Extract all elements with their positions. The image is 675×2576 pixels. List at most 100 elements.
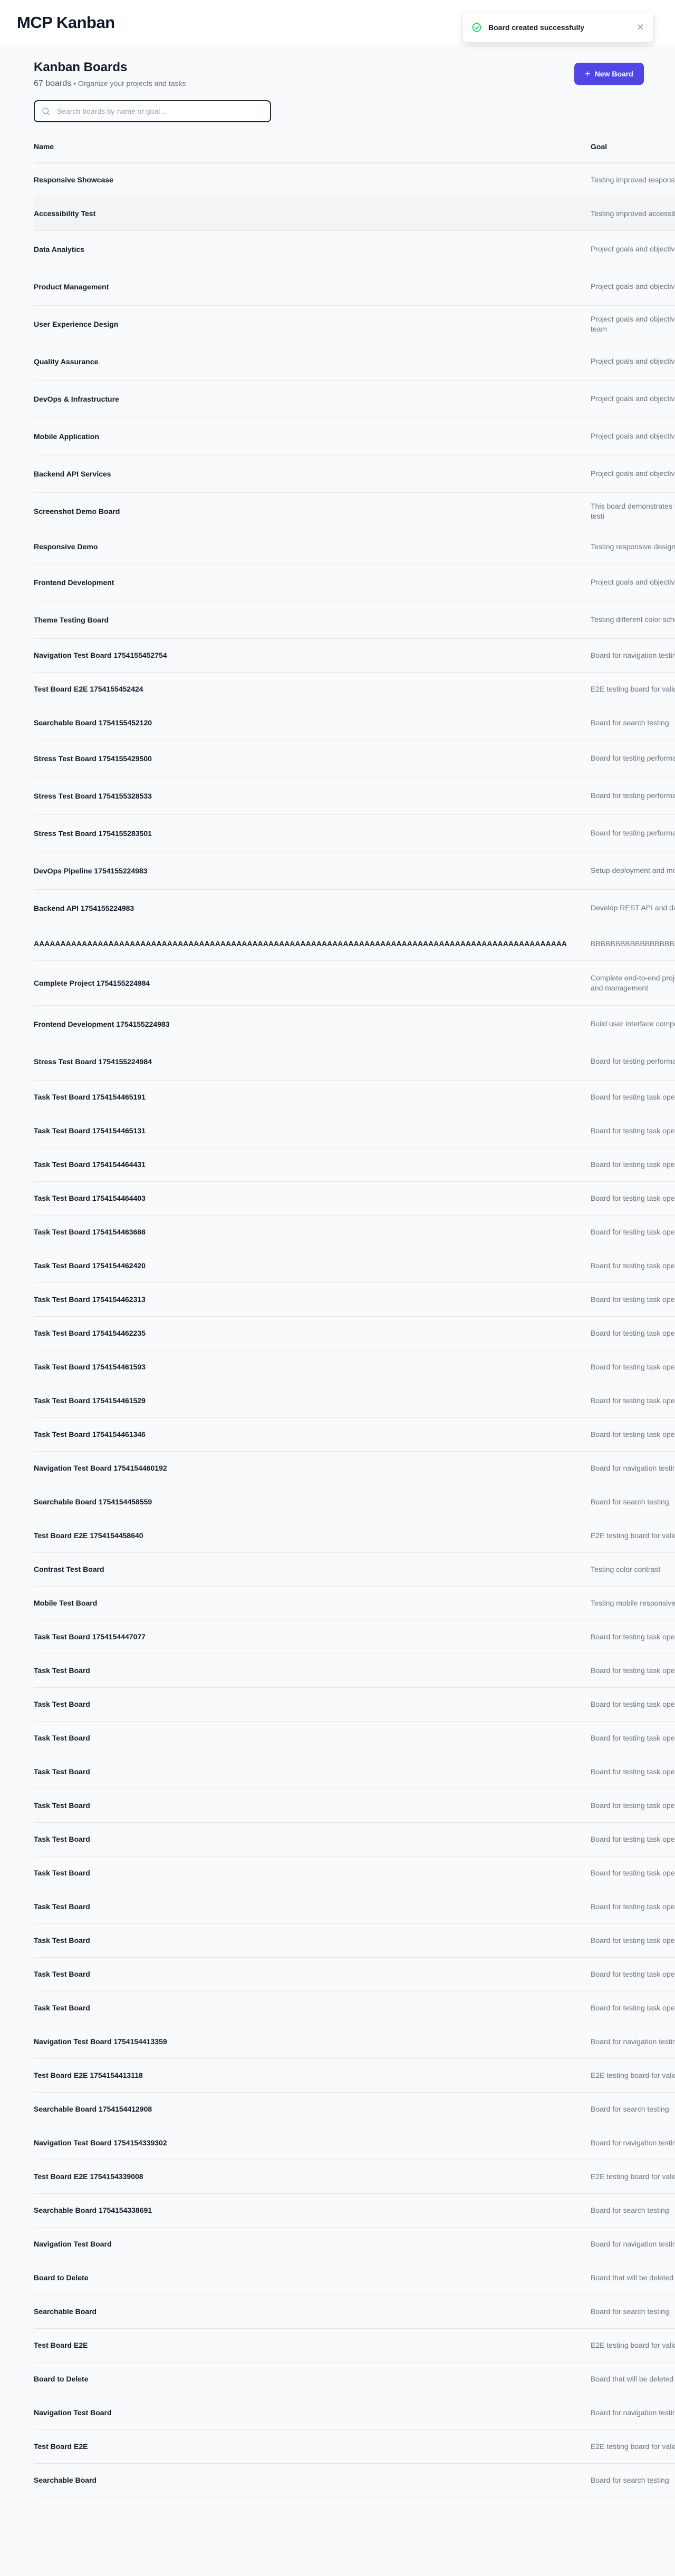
table-row[interactable]: Backend API Services Project goals and ob… [34, 455, 675, 492]
table-row[interactable]: Task Test Board Board for testing task op… [34, 1856, 675, 1890]
table-row[interactable]: Stress Test Board 1754155328533 Board for… [34, 777, 675, 814]
table-row[interactable]: Contrast Test Board Testing color contras… [34, 1552, 675, 1586]
table-row[interactable]: Test Board E2E E2E testing board for vali… [34, 2328, 675, 2362]
table-row[interactable]: Task Test Board Board for testing task op… [34, 1788, 675, 1822]
board-goal-text: Project goals and objectives Development… [591, 578, 675, 586]
table-row[interactable]: Responsive Demo Testing responsive design [34, 530, 675, 563]
table-row[interactable]: Searchable Board Board for search testing [34, 2295, 675, 2328]
table-row[interactable]: Product Management Project goals and obje… [34, 268, 675, 305]
table-row[interactable]: Test Board E2E 1754154339008 E2E testing … [34, 2160, 675, 2193]
table-row[interactable]: Task Test Board 1754154464403 Board for t… [34, 1181, 675, 1215]
board-goal-cell: Board for search testing [591, 1485, 675, 1519]
table-row[interactable]: Test Board E2E 1754154458640 E2E testing … [34, 1519, 675, 1552]
table-row[interactable]: Searchable Board 1754155452120 Board for … [34, 706, 675, 740]
board-goal-text: Board for testing task opera [591, 1969, 675, 1978]
board-name-cell: Task Test Board 1754154464403 [34, 1194, 146, 1202]
table-row[interactable]: Task Test Board 1754154463688 Board for t… [34, 1215, 675, 1249]
table-row[interactable]: Task Test Board Board for testing task op… [34, 1755, 675, 1788]
table-row[interactable]: Test Board E2E 1754155452424 E2E testing … [34, 672, 675, 706]
board-goal-text: Board for testing task opera [591, 2003, 675, 2012]
table-row[interactable]: Task Test Board 1754154447077 Board for t… [34, 1620, 675, 1654]
board-goal-cell: Board for navigation testing [591, 2126, 675, 2160]
table-row[interactable]: Navigation Test Board Board for navigatio… [34, 2227, 675, 2261]
board-goal-text: Setup deployment and mon infrastructure [591, 866, 675, 874]
table-row[interactable]: Theme Testing Board Testing different col… [34, 601, 675, 638]
table-row[interactable]: Board to Delete Board that will be delete… [34, 2362, 675, 2396]
board-goal-cell: Testing mobile responsiven [591, 1586, 675, 1620]
board-goal-text: Board for testing task opera [591, 1160, 675, 1169]
table-row[interactable]: Searchable Board 1754154412908 Board for … [34, 2092, 675, 2126]
table-row[interactable]: Task Test Board Board for testing task op… [34, 1654, 675, 1687]
table-row[interactable]: Quality Assurance Project goals and objec… [34, 343, 675, 380]
table-row[interactable]: Board to Delete Board that will be delete… [34, 2261, 675, 2295]
table-row[interactable]: Complete Project 1754155224984 Complete e… [34, 960, 675, 1005]
table-row[interactable]: Task Test Board 1754154464431 Board for t… [34, 1148, 675, 1181]
table-row[interactable]: Navigation Test Board Board for navigatio… [34, 2396, 675, 2429]
new-board-button[interactable]: + New Board [574, 63, 644, 85]
table-row[interactable]: Task Test Board 1754154461593 Board for t… [34, 1350, 675, 1384]
table-row[interactable]: Task Test Board Board for testing task op… [34, 1991, 675, 2025]
table-row[interactable]: Task Test Board Board for testing task op… [34, 1890, 675, 1923]
column-header-name[interactable]: Name [34, 130, 591, 163]
board-goal-cell: Board that will be deleted [591, 2362, 675, 2396]
close-icon[interactable]: ✕ [637, 22, 644, 33]
table-row[interactable]: Screenshot Demo Board This board demonstr… [34, 492, 675, 530]
subtitle-separator: • [73, 79, 76, 88]
table-row[interactable]: Stress Test Board 1754155224984 Board for… [34, 1043, 675, 1080]
table-row[interactable]: Navigation Test Board 1754154460192 Board… [34, 1451, 675, 1485]
table-row[interactable]: Searchable Board Board for search testing [34, 2463, 675, 2497]
table-row[interactable]: Task Test Board 1754154461529 Board for t… [34, 1384, 675, 1417]
table-row[interactable]: Test Board E2E 1754154413118 E2E testing … [34, 2058, 675, 2092]
table-row[interactable]: Searchable Board 1754154338691 Board for … [34, 2193, 675, 2227]
column-header-goal[interactable]: Goal [591, 130, 675, 163]
board-goal-text: Project goals and objectives Application… [591, 432, 675, 440]
table-row[interactable]: Task Test Board 1754154465191 Board for t… [34, 1080, 675, 1114]
board-name-cell: User Experience Design [34, 319, 119, 328]
table-row[interactable]: Accessibility Test Testing improved acces… [34, 197, 675, 230]
table-row[interactable]: Data Analytics Project goals and objectiv… [34, 230, 675, 268]
table-row[interactable]: DevOps & Infrastructure Project goals and… [34, 380, 675, 417]
toast-message: Board created successfully [488, 23, 585, 32]
board-goal-text: Board for navigation testing [591, 2037, 675, 2046]
board-goal-cell: E2E testing board for valida [591, 1519, 675, 1552]
board-goal-text: Board for navigation testing [591, 2138, 675, 2147]
table-row[interactable]: Mobile Test Board Testing mobile responsi… [34, 1586, 675, 1620]
board-goal-text: E2E testing board for valida [591, 2340, 675, 2349]
table-row[interactable]: Task Test Board Board for testing task op… [34, 1687, 675, 1721]
table-row[interactable]: Task Test Board 1754154465131 Board for t… [34, 1114, 675, 1148]
board-name-cell: Task Test Board [34, 1902, 90, 1911]
table-row[interactable]: Task Test Board 1754154462313 Board for t… [34, 1282, 675, 1316]
table-row[interactable]: Backend API 1754155224983 Develop REST AP… [34, 889, 675, 927]
table-row[interactable]: Task Test Board Board for testing task op… [34, 1957, 675, 1991]
table-row[interactable]: Navigation Test Board 1754154339302 Board… [34, 2126, 675, 2160]
table-row[interactable]: Task Test Board 1754154462235 Board for t… [34, 1316, 675, 1350]
board-goal-cell: Board for testing task opera [591, 1181, 675, 1215]
table-row[interactable]: DevOps Pipeline 1754155224983 Setup deplo… [34, 852, 675, 889]
table-row[interactable]: AAAAAAAAAAAAAAAAAAAAAAAAAAAAAAAAAAAAAAAA… [34, 927, 675, 960]
table-row[interactable]: Stress Test Board 1754155429500 Board for… [34, 740, 675, 777]
board-goal-cell: Board for testing performan tasks [591, 740, 675, 777]
table-row[interactable]: Searchable Board 1754154458559 Board for … [34, 1485, 675, 1519]
table-row[interactable]: Task Test Board 1754154462420 Board for t… [34, 1249, 675, 1282]
board-goal-cell: Board for testing task opera [591, 1384, 675, 1417]
table-row[interactable]: Responsive Showcase Testing improved resp… [34, 163, 675, 197]
search-input[interactable] [34, 100, 271, 122]
table-row[interactable]: Test Board E2E E2E testing board for vali… [34, 2429, 675, 2463]
table-row[interactable]: Mobile Application Project goals and obje… [34, 417, 675, 455]
table-row[interactable]: Task Test Board Board for testing task op… [34, 1822, 675, 1856]
table-row[interactable]: Frontend Development Project goals and ob… [34, 563, 675, 601]
table-row[interactable]: User Experience Design Project goals and … [34, 305, 675, 343]
board-goal-cell: Project goals and objectives Application… [591, 417, 675, 455]
table-row[interactable]: Frontend Development 1754155224983 Build … [34, 1005, 675, 1043]
table-row[interactable]: Navigation Test Board 1754154413359 Board… [34, 2025, 675, 2058]
board-goal-cell: Board for testing task opera [591, 1620, 675, 1654]
board-name-cell: Stress Test Board 1754155429500 [34, 754, 152, 763]
board-name-cell: DevOps Pipeline 1754155224983 [34, 866, 148, 875]
table-row[interactable]: Task Test Board Board for testing task op… [34, 1721, 675, 1755]
board-goal-cell: Project goals and objectives Infrastruct… [591, 380, 675, 417]
table-row[interactable]: Navigation Test Board 1754155452754 Board… [34, 638, 675, 672]
table-row[interactable]: Task Test Board 1754154461346 Board for t… [34, 1417, 675, 1451]
table-row[interactable]: Task Test Board Board for testing task op… [34, 1923, 675, 1957]
table-row[interactable]: Stress Test Board 1754155283501 Board for… [34, 814, 675, 852]
board-name-cell: Backend API Services [34, 469, 111, 478]
